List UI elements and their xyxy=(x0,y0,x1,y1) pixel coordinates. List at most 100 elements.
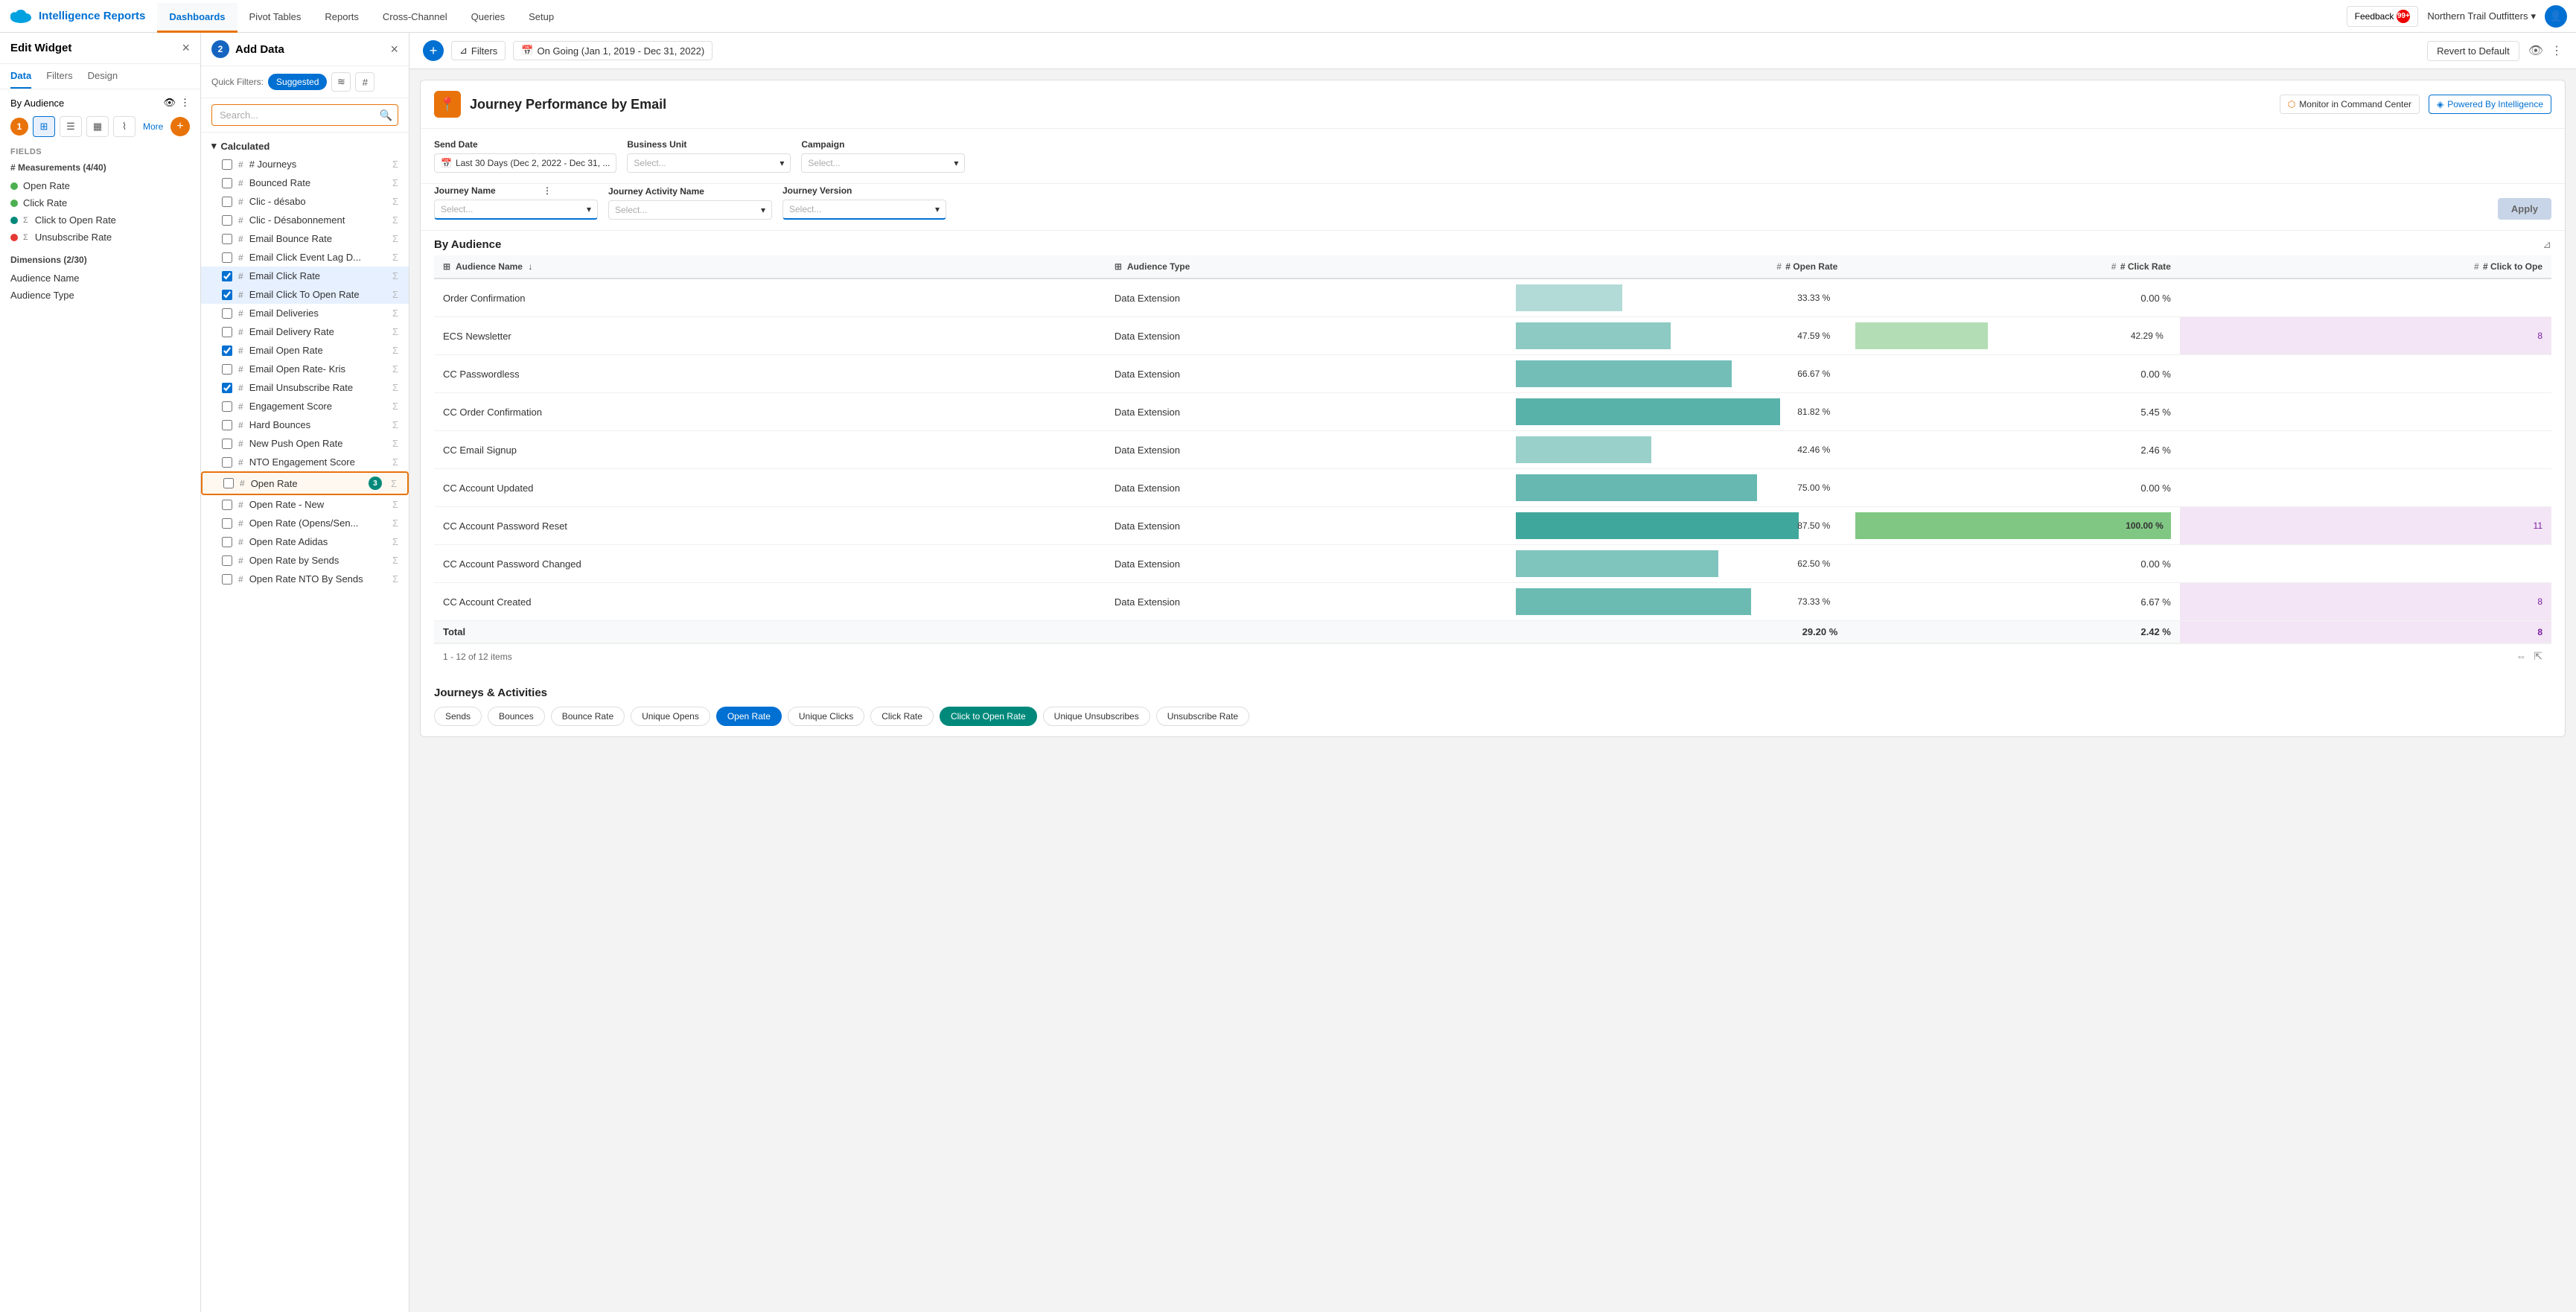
data-item-email-bounce-rate[interactable]: # Email Bounce Rate Σ xyxy=(201,229,409,248)
checkbox-email-click-lag[interactable] xyxy=(222,252,232,263)
data-item-clic-desabo[interactable]: # Clic - désabo Σ xyxy=(201,192,409,211)
data-item-hard-bounces[interactable]: # Hard Bounces Σ xyxy=(201,415,409,434)
checkbox-journeys[interactable] xyxy=(222,159,232,170)
data-item-open-rate-new[interactable]: # Open Rate - New Σ xyxy=(201,495,409,514)
tag-click-rate[interactable]: Click Rate xyxy=(870,707,934,726)
checkbox-open-rate-new[interactable] xyxy=(222,500,232,510)
journey-version-select[interactable]: Select... ▾ xyxy=(782,200,946,220)
data-item-open-rate[interactable]: # Open Rate 3 Σ xyxy=(201,471,409,495)
data-item-open-rate-nto[interactable]: # Open Rate NTO By Sends Σ xyxy=(201,570,409,588)
journey-activity-select[interactable]: Select... ▾ xyxy=(608,200,772,220)
checkbox-open-rate-by-sends[interactable] xyxy=(222,555,232,566)
checkbox-email-click-rate[interactable] xyxy=(222,271,232,281)
tag-bounce-rate[interactable]: Bounce Rate xyxy=(551,707,625,726)
data-item-clic-desabonnement[interactable]: # Clic - Désabonnement Σ xyxy=(201,211,409,229)
close-icon[interactable]: × xyxy=(182,40,190,56)
journey-name-select[interactable]: Select... ▾ xyxy=(434,200,598,220)
data-item-journeys[interactable]: # # Journeys Σ xyxy=(201,155,409,173)
checkbox-open-rate-adidas[interactable] xyxy=(222,537,232,547)
data-item-bounced-rate[interactable]: # Bounced Rate Σ xyxy=(201,173,409,192)
search-input[interactable] xyxy=(211,104,398,126)
data-item-new-push-open[interactable]: # New Push Open Rate Σ xyxy=(201,434,409,453)
checkbox-email-open-rate-kris[interactable] xyxy=(222,364,232,375)
close-icon-add-data[interactable]: × xyxy=(390,42,398,57)
nav-tab-dashboards[interactable]: Dashboards xyxy=(157,3,237,33)
nav-tab-pivot-tables[interactable]: Pivot Tables xyxy=(237,3,313,33)
qf-hashtag-btn[interactable]: ≋ xyxy=(331,72,351,92)
grid-viz-btn[interactable]: ⊞ xyxy=(33,116,55,137)
feedback-button[interactable]: Feedback 99+ xyxy=(2347,6,2419,27)
nav-tab-reports[interactable]: Reports xyxy=(313,3,371,33)
filters-button[interactable]: ⊿ Filters xyxy=(451,41,506,60)
nav-tab-queries[interactable]: Queries xyxy=(459,3,517,33)
eye-icon[interactable]: 👁 xyxy=(163,97,176,109)
tag-unsubscribe-rate[interactable]: Unsubscribe Rate xyxy=(1156,707,1249,726)
data-item-email-open-rate-kris[interactable]: # Email Open Rate- Kris Σ xyxy=(201,360,409,378)
checkbox-email-deliveries[interactable] xyxy=(222,308,232,319)
col-sort-icon[interactable]: ↓ xyxy=(528,261,532,272)
more-icon[interactable]: ⋮ xyxy=(180,97,190,109)
data-item-email-click-open[interactable]: # Email Click To Open Rate Σ xyxy=(201,285,409,304)
data-item-email-click-rate[interactable]: # Email Click Rate Σ xyxy=(201,267,409,285)
avatar[interactable]: 👤 xyxy=(2545,5,2567,28)
add-field-button[interactable]: + xyxy=(170,117,190,136)
date-range-button[interactable]: 📅 On Going (Jan 1, 2019 - Dec 31, 2022) xyxy=(513,41,712,60)
tag-click-to-open-rate[interactable]: Click to Open Rate xyxy=(940,707,1037,726)
business-unit-select[interactable]: Select... ▾ xyxy=(627,153,791,173)
data-item-nto-engagement[interactable]: # NTO Engagement Score Σ xyxy=(201,453,409,471)
data-item-open-rate-adidas[interactable]: # Open Rate Adidas Σ xyxy=(201,532,409,551)
checkbox-email-unsubscribe-rate[interactable] xyxy=(222,383,232,393)
checkbox-new-push-open[interactable] xyxy=(222,439,232,449)
more-toolbar-icon[interactable]: ⋮ xyxy=(2551,43,2563,58)
eye-toolbar-icon[interactable]: 👁 xyxy=(2528,43,2543,58)
viz-more-link[interactable]: More xyxy=(143,121,163,132)
checkbox-nto-engagement[interactable] xyxy=(222,457,232,468)
data-item-engagement-score[interactable]: # Engagement Score Σ xyxy=(201,397,409,415)
monitor-command-center-button[interactable]: ⬡ Monitor in Command Center xyxy=(2280,95,2420,114)
bar-viz-btn[interactable]: ▦ xyxy=(86,116,109,137)
checkbox-email-delivery-rate[interactable] xyxy=(222,327,232,337)
expand-icon[interactable]: ⇔ xyxy=(2516,650,2526,663)
data-item-open-rate-opens[interactable]: # Open Rate (Opens/Sen... Σ xyxy=(201,514,409,532)
checkbox-hard-bounces[interactable] xyxy=(222,420,232,430)
add-widget-button[interactable]: + xyxy=(423,40,444,61)
tag-bounces[interactable]: Bounces xyxy=(488,707,545,726)
data-item-open-rate-by-sends[interactable]: # Open Rate by Sends Σ xyxy=(201,551,409,570)
tag-sends[interactable]: Sends xyxy=(434,707,482,726)
nav-tab-cross-channel[interactable]: Cross-Channel xyxy=(371,3,459,33)
nav-tab-setup[interactable]: Setup xyxy=(517,3,566,33)
maximize-icon[interactable]: ⇱ xyxy=(2534,650,2542,663)
tag-open-rate[interactable]: Open Rate xyxy=(716,707,782,726)
campaign-select[interactable]: Select... ▾ xyxy=(801,153,965,173)
tag-unique-clicks[interactable]: Unique Clicks xyxy=(788,707,864,726)
data-item-email-deliveries[interactable]: # Email Deliveries Σ xyxy=(201,304,409,322)
line-viz-btn[interactable]: ⌇ xyxy=(113,116,136,137)
qf-hash-btn[interactable]: # xyxy=(355,72,374,92)
data-item-email-click-lag[interactable]: # Email Click Event Lag D... Σ xyxy=(201,248,409,267)
panel-tab-data[interactable]: Data xyxy=(10,64,31,89)
tag-unique-opens[interactable]: Unique Opens xyxy=(631,707,710,726)
apply-button[interactable]: Apply xyxy=(2498,198,2551,220)
checkbox-email-bounce-rate[interactable] xyxy=(222,234,232,244)
panel-tab-design[interactable]: Design xyxy=(88,64,118,89)
checkbox-engagement-score[interactable] xyxy=(222,401,232,412)
org-selector[interactable]: Northern Trail Outfitters ▾ xyxy=(2427,10,2536,22)
checkbox-open-rate-nto[interactable] xyxy=(222,574,232,585)
checkbox-email-click-open[interactable] xyxy=(222,290,232,300)
data-item-email-unsubscribe-rate[interactable]: # Email Unsubscribe Rate Σ xyxy=(201,378,409,397)
checkbox-email-open-rate[interactable] xyxy=(222,345,232,356)
calculated-section-header[interactable]: ▾ Calculated xyxy=(201,137,409,155)
data-item-email-open-rate[interactable]: # Email Open Rate Σ xyxy=(201,341,409,360)
checkbox-clic-desabonnement[interactable] xyxy=(222,215,232,226)
powered-by-intelligence-button[interactable]: ◈ Powered By Intelligence xyxy=(2429,95,2551,114)
panel-tab-filters[interactable]: Filters xyxy=(46,64,72,89)
data-item-email-delivery-rate[interactable]: # Email Delivery Rate Σ xyxy=(201,322,409,341)
table-viz-btn[interactable]: ☰ xyxy=(60,116,82,137)
tag-unique-unsubscribes[interactable]: Unique Unsubscribes xyxy=(1043,707,1150,726)
revert-button[interactable]: Revert to Default xyxy=(2427,41,2519,61)
checkbox-clic-desabo[interactable] xyxy=(222,197,232,207)
qf-suggested-btn[interactable]: Suggested xyxy=(268,74,327,90)
table-filter-icon[interactable]: ⊿ xyxy=(2542,238,2551,251)
checkbox-open-rate[interactable] xyxy=(223,478,234,488)
checkbox-open-rate-opens[interactable] xyxy=(222,518,232,529)
